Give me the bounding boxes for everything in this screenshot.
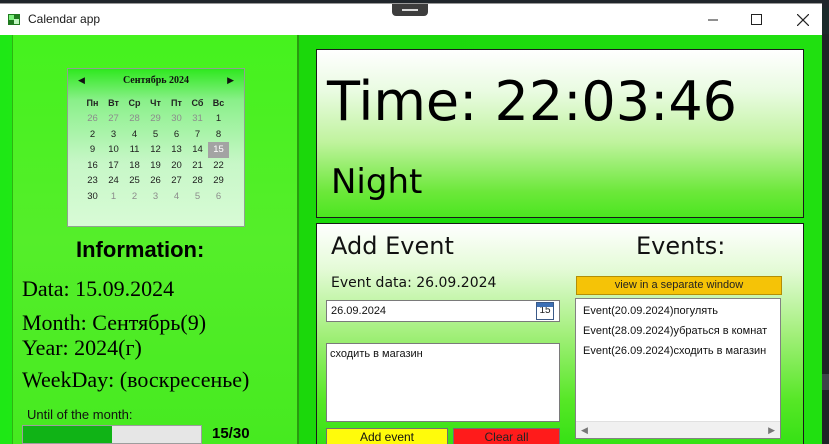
calendar-day[interactable]: 10 [103,142,124,158]
calendar-day[interactable]: 24 [103,173,124,189]
snap-grip-handle[interactable] [392,4,428,16]
events-list[interactable]: Event(20.09.2024)погулять Event(28.09.20… [575,298,781,439]
calendar-day[interactable]: 7 [187,127,208,143]
calendar-day[interactable]: 25 [124,173,145,189]
calendar-day[interactable]: 17 [103,158,124,174]
clear-all-button[interactable]: Clear all [453,428,560,444]
calendar-day[interactable]: 29 [145,111,166,127]
app-window: Calendar app ◀ Сентябрь 2024 ▶ Пн Вт Ср Чт П… [0,3,822,444]
scroll-left-icon[interactable]: ◀ [581,425,588,436]
calendar-weekday-header: Пт [171,98,182,108]
calendar-day[interactable]: 1 [103,189,124,205]
calendar-day[interactable]: 30 [166,111,187,127]
clock-panel: Time: 22:03:46 Night [316,49,804,218]
month-progress-label: Until of the month: [27,407,133,422]
calendar-day[interactable]: 11 [124,142,145,158]
calendar-day[interactable]: 8 [208,127,229,143]
calendar-day[interactable]: 6 [166,127,187,143]
window-title: Calendar app [28,12,101,26]
event-date-value: 26.09.2024 [331,305,387,317]
calendar-day[interactable]: 14 [187,142,208,158]
app-content: ◀ Сентябрь 2024 ▶ Пн Вт Ср Чт Пт Сб Вс 26 27 28 29… [0,35,822,444]
info-month: Month: Сентябрь(9) [22,310,207,335]
horizontal-scrollbar[interactable]: ◀ ▶ [576,421,780,438]
minimize-icon [707,19,718,21]
calendar-day[interactable]: 21 [187,158,208,174]
calendar-weekday-header: Пн [86,98,99,108]
events-heading: Events: [636,232,726,260]
title-bar[interactable]: Calendar app [0,4,822,35]
calendar-day[interactable]: 4 [166,189,187,205]
calendar-day[interactable]: 6 [208,189,229,205]
calendar-month-label[interactable]: Сентябрь 2024 [123,75,189,86]
calendar-icon[interactable]: 15 [536,302,554,320]
calendar-day[interactable]: 2 [124,189,145,205]
calendar-day[interactable]: 29 [208,173,229,189]
calendar-day[interactable]: 22 [208,158,229,174]
information-heading: Information: [76,237,205,262]
event-list-item[interactable]: Event(20.09.2024)погулять [576,301,780,321]
background-right-strip [821,34,829,444]
add-event-button[interactable]: Add event [326,428,448,444]
event-list-item[interactable]: Event(28.09.2024)убраться в комнат [576,321,780,341]
info-year: Year: 2024(г) [22,335,142,360]
month-calendar[interactable]: ◀ Сентябрь 2024 ▶ Пн Вт Ср Чт Пт Сб Вс 26 27 28 29… [67,68,245,227]
calendar-day[interactable]: 3 [103,127,124,143]
calendar-day[interactable]: 30 [82,189,103,205]
calendar-day[interactable]: 9 [82,142,103,158]
calendar-day[interactable]: 26 [82,111,103,127]
event-text-input[interactable]: сходить в магазин [326,343,560,422]
app-icon [8,14,20,25]
maximize-icon [750,14,762,25]
calendar-day[interactable]: 1 [208,111,229,127]
calendar-day[interactable]: 16 [82,158,103,174]
info-date: Data: 15.09.2024 [22,276,175,301]
calendar-day[interactable]: 18 [124,158,145,174]
calendar-day[interactable]: 13 [166,142,187,158]
calendar-day[interactable]: 5 [145,127,166,143]
scroll-right-icon[interactable]: ▶ [768,425,775,436]
event-date-picker[interactable]: 26.09.2024 15 [326,300,560,322]
calendar-day[interactable]: 2 [82,127,103,143]
clock-time: Time: 22:03:46 [327,70,738,133]
calendar-day[interactable]: 28 [124,111,145,127]
calendar-header: ◀ Сентябрь 2024 ▶ [68,69,244,91]
calendar-day[interactable]: 4 [124,127,145,143]
event-list-item[interactable]: Event(26.09.2024)сходить в магазин [576,341,780,361]
month-progress-text: 15/30 [212,425,250,442]
calendar-weekday-header: Ср [128,98,141,108]
calendar-day[interactable]: 27 [103,111,124,127]
prev-month-arrow-icon[interactable]: ◀ [78,75,85,86]
month-progress-fill [23,426,112,443]
calendar-day[interactable]: 20 [166,158,187,174]
info-weekday: WeekDay: (воскресенье) [22,367,250,392]
minimize-button[interactable] [690,4,736,35]
calendar-day[interactable]: 12 [145,142,166,158]
maximize-button[interactable] [733,4,779,35]
add-event-heading: Add Event [331,232,454,260]
calendar-day[interactable]: 28 [187,173,208,189]
month-progress-bar [22,425,202,444]
calendar-weekday-header: Сб [191,98,204,108]
calendar-day[interactable]: 26 [145,173,166,189]
event-panel: Add Event Events: Event data: 26.09.2024… [316,223,804,444]
calendar-day[interactable]: 27 [166,173,187,189]
calendar-day[interactable]: 5 [187,189,208,205]
close-icon [797,13,809,26]
calendar-weekday-header: Вс [212,98,225,108]
calendar-weekday-header: Чт [150,98,161,108]
calendar-day[interactable]: 19 [145,158,166,174]
clock-day-part: Night [331,162,423,202]
close-button[interactable] [780,4,826,35]
calendar-day[interactable]: 23 [82,173,103,189]
calendar-day[interactable]: 31 [187,111,208,127]
calendar-weekday-header: Вт [108,98,119,108]
calendar-day[interactable]: 3 [145,189,166,205]
view-separate-window-button[interactable]: view in a separate window [576,276,782,295]
calendar-grid: Пн Вт Ср Чт Пт Сб Вс 26 27 28 29 30 31 1 2 3 4 5 6 7 8 9 10 11 1… [82,95,232,204]
calendar-day[interactable]: 15 [208,142,229,158]
next-month-arrow-icon[interactable]: ▶ [227,75,234,86]
event-data-label: Event data: 26.09.2024 [331,275,497,291]
